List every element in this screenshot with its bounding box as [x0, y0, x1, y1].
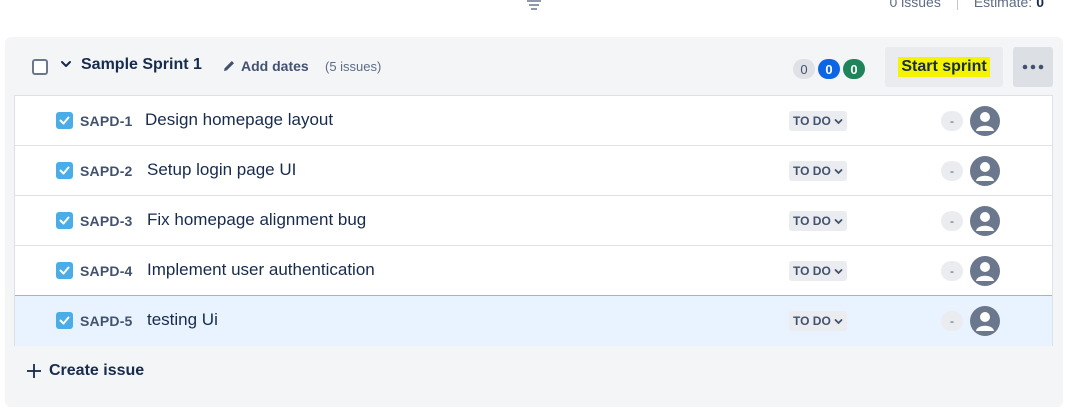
sprint-header: Sample Sprint 1 Add dates (5 issues) 0 0… [5, 37, 1063, 95]
more-actions-button[interactable] [1013, 47, 1053, 87]
create-issue-label: Create issue [49, 362, 145, 379]
issue-summary[interactable]: Setup login page UI [147, 160, 296, 180]
task-type-icon [56, 112, 73, 129]
issue-key[interactable]: SAPD-3 [80, 213, 133, 229]
status-counts: 0 0 0 [793, 59, 865, 79]
story-points-badge[interactable]: - [941, 161, 963, 181]
issue-summary[interactable]: Fix homepage alignment bug [147, 210, 366, 230]
unassigned-avatar-icon[interactable] [970, 206, 1000, 236]
task-type-icon [56, 312, 73, 329]
story-points-badge[interactable]: - [941, 211, 963, 231]
task-type-icon [56, 262, 73, 279]
chevron-down-icon [834, 218, 843, 224]
issue-list: SAPD-1 Design homepage layout TO DO - SA… [14, 95, 1053, 346]
unassigned-avatar-icon[interactable] [970, 306, 1000, 336]
task-type-icon [56, 162, 73, 179]
issue-row[interactable]: SAPD-2 Setup login page UI TO DO - [15, 146, 1052, 196]
drag-handle-icon[interactable] [524, 0, 544, 12]
todo-count-badge: 0 [793, 59, 815, 79]
issue-row[interactable]: SAPD-5 testing Ui TO DO - [15, 295, 1052, 346]
estimate-label: Estimate: [973, 0, 1033, 10]
chevron-down-icon [834, 318, 843, 324]
status-label: TO DO [793, 214, 831, 228]
chevron-down-icon [834, 118, 843, 124]
story-points-badge[interactable]: - [941, 261, 963, 281]
pencil-icon [224, 61, 234, 71]
add-dates-label: Add dates [241, 58, 309, 74]
issue-row[interactable]: SAPD-4 Implement user authentication TO … [15, 246, 1052, 296]
status-label: TO DO [793, 114, 831, 128]
plus-icon [27, 364, 41, 378]
status-label: TO DO [793, 314, 831, 328]
create-issue-button[interactable]: Create issue [26, 362, 144, 380]
task-type-icon [56, 212, 73, 229]
more-horizontal-icon [1022, 64, 1044, 70]
backlog-summary: 0 issues Estimate: 0 [889, 0, 1044, 10]
add-dates-button[interactable]: Add dates [222, 58, 309, 74]
start-sprint-button[interactable]: Start sprint [885, 47, 1003, 87]
issue-key[interactable]: SAPD-5 [80, 313, 133, 329]
issue-summary[interactable]: Design homepage layout [145, 110, 333, 130]
issue-key[interactable]: SAPD-2 [80, 163, 133, 179]
unassigned-avatar-icon[interactable] [970, 106, 1000, 136]
issue-summary[interactable]: Implement user authentication [147, 260, 375, 280]
status-dropdown[interactable]: TO DO [789, 111, 847, 131]
chevron-down-icon [834, 168, 843, 174]
sprint-select-checkbox[interactable] [32, 59, 48, 75]
status-dropdown[interactable]: TO DO [789, 211, 847, 231]
top-strip: 0 issues Estimate: 0 [0, 0, 1067, 14]
done-count-badge: 0 [843, 59, 865, 79]
sprint-container: Sample Sprint 1 Add dates (5 issues) 0 0… [5, 37, 1063, 407]
sprint-issue-count: (5 issues) [325, 59, 382, 74]
status-dropdown[interactable]: TO DO [789, 261, 847, 281]
status-label: TO DO [793, 264, 831, 278]
issue-summary[interactable]: testing Ui [147, 310, 218, 330]
divider [956, 0, 958, 10]
issue-row[interactable]: SAPD-3 Fix homepage alignment bug TO DO … [15, 196, 1052, 246]
start-sprint-label: Start sprint [898, 57, 990, 77]
estimate-value: 0 [1036, 0, 1044, 10]
unassigned-avatar-icon[interactable] [970, 156, 1000, 186]
chevron-down-icon[interactable] [59, 57, 73, 71]
issue-row[interactable]: SAPD-1 Design homepage layout TO DO - [15, 96, 1052, 146]
backlog-issue-count: 0 issues [889, 0, 941, 10]
status-dropdown[interactable]: TO DO [789, 311, 847, 331]
in-progress-count-badge: 0 [818, 59, 840, 79]
unassigned-avatar-icon[interactable] [970, 256, 1000, 286]
story-points-badge[interactable]: - [941, 111, 963, 131]
status-label: TO DO [793, 164, 831, 178]
issue-key[interactable]: SAPD-1 [80, 113, 133, 129]
story-points-badge[interactable]: - [941, 311, 963, 331]
status-dropdown[interactable]: TO DO [789, 161, 847, 181]
chevron-down-icon [834, 268, 843, 274]
issue-key[interactable]: SAPD-4 [80, 263, 133, 279]
sprint-name[interactable]: Sample Sprint 1 [81, 56, 202, 74]
